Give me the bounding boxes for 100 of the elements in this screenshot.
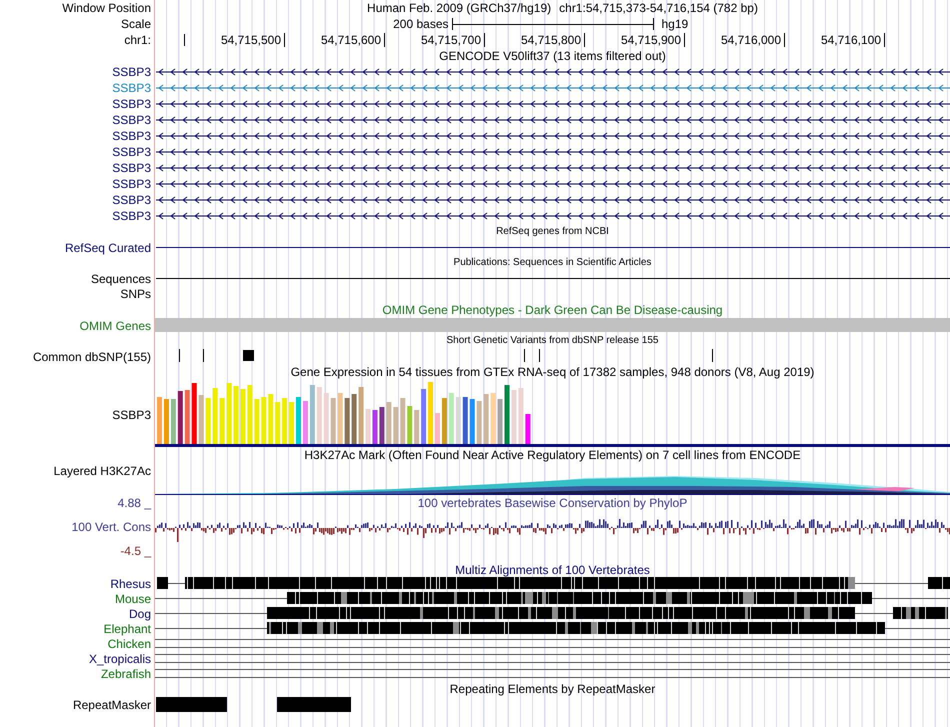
species-label[interactable]: Dog: [128, 606, 151, 620]
expression-bar: [324, 393, 329, 444]
expression-bar: [435, 413, 440, 444]
track-label[interactable]: Layered H3K27Ac: [54, 464, 151, 478]
expression-bar: [470, 399, 475, 444]
gene-label[interactable]: SSBP3: [112, 209, 151, 223]
expression-bar: [358, 387, 364, 444]
expression-bar: [338, 393, 343, 444]
track-label[interactable]: RefSeq Curated: [64, 240, 151, 254]
track-title: Publications: Sequences in Scientific Articles: [454, 256, 652, 270]
species-label[interactable]: Elephant: [104, 622, 151, 636]
expression-bar: [511, 390, 516, 444]
track-title: Multiz Alignments of 100 Vertebrates: [455, 562, 650, 578]
region-text: chr1:54,715,373-54,716,154 (782 bp): [559, 0, 758, 16]
expression-bar: [393, 407, 398, 444]
chromosome-label: chr1:: [124, 33, 151, 47]
expression-bar: [400, 398, 406, 444]
transcript-line[interactable]: [156, 212, 950, 220]
expression-bar: [310, 385, 315, 444]
ruler-tick-label: 54,715,600: [285, 33, 385, 47]
track-label[interactable]: OMIM Genes: [80, 318, 151, 332]
transcript-line[interactable]: [156, 116, 950, 124]
expression-bar: [352, 394, 357, 444]
expression-bar: [462, 397, 468, 444]
expression-bar: [220, 398, 225, 444]
assembly-title: Human Feb. 2009 (GRCh37/hg19): [367, 0, 552, 16]
track-title: Gene Expression in 54 tissues from GTEx RNA-seq of 17382 samples, 948 donors (V8, Aug 2019): [290, 364, 814, 380]
scale-length-text: 200 bases: [393, 16, 450, 32]
row-label: Window Position: [62, 1, 151, 15]
expression-bar: [268, 394, 274, 444]
expression-bar: [372, 410, 378, 444]
track-title: OMIM Gene Phenotypes - Dark Green Can Be Disease-causing: [382, 302, 723, 318]
ruler-tick-label: 54,715,900: [585, 33, 685, 47]
expression-bar: [282, 398, 288, 444]
gene-label[interactable]: SSBP3: [112, 65, 151, 79]
transcript-line[interactable]: [156, 180, 950, 188]
transcript-line[interactable]: [156, 164, 950, 172]
species-label[interactable]: X_tropicalis: [88, 652, 151, 666]
expression-bar: [525, 414, 530, 444]
gene-label[interactable]: SSBP3: [112, 145, 151, 159]
track-title: Repeating Elements by RepeatMasker: [450, 681, 656, 697]
expression-bar: [261, 397, 266, 444]
track-title: GENCODE V50lift37 (13 items filtered out): [439, 48, 666, 64]
expression-bar: [247, 385, 252, 444]
expression-bar: [157, 397, 162, 444]
transcript-line[interactable]: [156, 100, 950, 108]
expression-bar: [476, 401, 482, 444]
expression-bar: [170, 399, 176, 444]
expression-bar: [490, 393, 496, 444]
track-label[interactable]: 100 Vert. Cons: [72, 520, 151, 534]
expression-bar: [366, 409, 370, 444]
transcript-line[interactable]: [156, 148, 950, 156]
track-label[interactable]: RepeatMasker: [72, 698, 151, 712]
track-label[interactable]: Sequences: [90, 272, 151, 286]
expression-bar: [184, 390, 190, 444]
expression-bar: [316, 387, 322, 444]
ruler-tick-label: 54,715,500: [185, 33, 285, 47]
gene-label[interactable]: SSBP3: [112, 81, 151, 95]
track-title: RefSeq genes from NCBI: [496, 225, 609, 239]
expression-bar: [254, 399, 260, 444]
expression-bar: [296, 397, 301, 444]
expression-bar: [198, 395, 204, 444]
species-label[interactable]: Zebrafish: [100, 666, 151, 680]
track-label[interactable]: Common dbSNP(155): [32, 350, 151, 364]
gene-label[interactable]: SSBP3: [112, 97, 151, 111]
track-label[interactable]: SNPs: [120, 287, 151, 301]
expression-bar: [164, 399, 169, 444]
expression-bar: [192, 383, 197, 444]
ruler-tick-label: 54,715,800: [485, 33, 585, 47]
species-label[interactable]: Chicken: [108, 636, 151, 650]
gene-label[interactable]: SSBP3: [112, 177, 151, 191]
expression-bar: [456, 397, 461, 444]
gene-label[interactable]: SSBP3: [112, 129, 151, 143]
transcript-line[interactable]: [156, 132, 950, 140]
transcript-line[interactable]: [156, 196, 950, 204]
transcript-line[interactable]: [156, 68, 950, 76]
species-label[interactable]: Rhesus: [110, 576, 151, 590]
expression-bar: [289, 402, 294, 444]
expression-bar: [484, 394, 489, 444]
expression-bar: [421, 389, 426, 444]
expression-bar: [518, 388, 524, 444]
expression-bar: [206, 398, 211, 444]
track-label[interactable]: SSBP3: [112, 408, 151, 422]
expression-bar: [442, 398, 447, 444]
expression-bar: [448, 393, 454, 444]
assembly-label: hg19: [660, 16, 688, 32]
gene-label[interactable]: SSBP3: [112, 193, 151, 207]
track-title: Short Genetic Variants from dbSNP release 155: [446, 334, 658, 348]
track-title: H3K27Ac Mark (Often Found Near Active Regulatory Elements) on 7 cell lines from ENCODE: [304, 447, 801, 463]
axis-min-label: -4.5 _: [120, 544, 151, 558]
expression-bar: [212, 388, 218, 444]
gene-label[interactable]: SSBP3: [112, 113, 151, 127]
gene-label[interactable]: SSBP3: [112, 161, 151, 175]
expression-bar: [302, 401, 308, 444]
species-label[interactable]: Mouse: [114, 592, 151, 606]
expression-bar: [407, 406, 412, 444]
expression-bar: [330, 398, 336, 444]
expression-bar: [178, 391, 183, 444]
expression-bar: [386, 402, 392, 444]
expression-bar: [344, 398, 350, 444]
